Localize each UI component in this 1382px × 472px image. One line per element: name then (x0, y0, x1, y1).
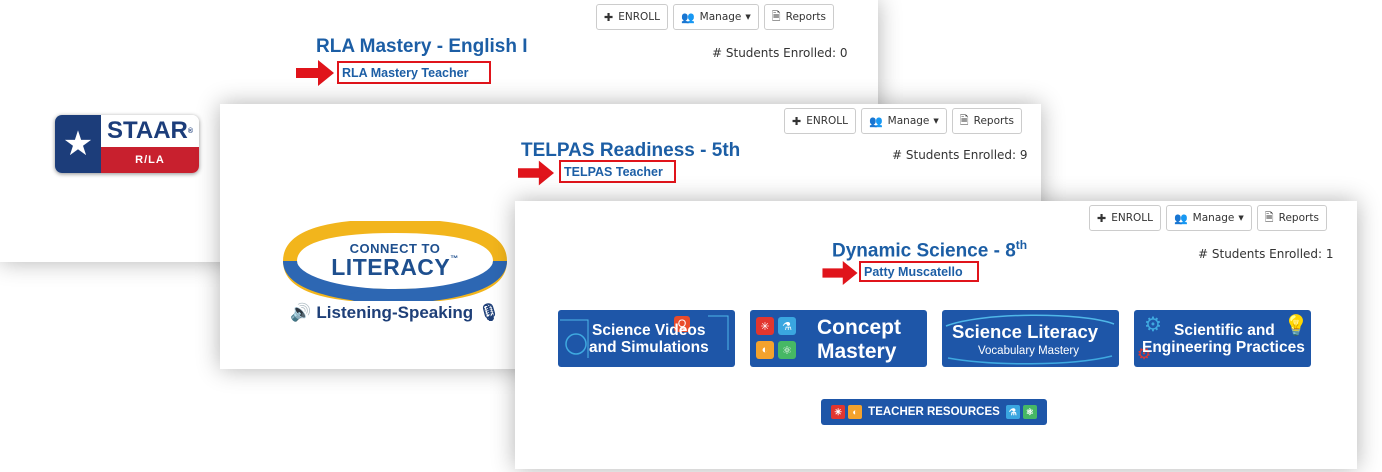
teacher-resources-button[interactable]: ✳ ◐ TEACHER RESOURCES ⚗ ⚛ (821, 399, 1047, 425)
logo-subtitle: Listening-Speaking (316, 303, 474, 322)
course-title[interactable]: Dynamic Science - 8th (832, 238, 1027, 262)
students-enrolled-count: # Students Enrolled: 9 (892, 148, 1028, 162)
dna-icon: ✳ (831, 405, 846, 419)
concept-mastery-tile[interactable]: ✳ ⚗ ◐ ⚛ Concept Mastery (750, 310, 927, 367)
star-icon: ★ (55, 115, 101, 173)
caret-down-icon: ▼ (933, 117, 939, 125)
planet-icon: ◐ (756, 341, 774, 359)
dna-icon: ✳ (756, 317, 774, 335)
enroll-button[interactable]: ✚ ENROLL (1089, 205, 1161, 231)
caret-down-icon: ▼ (1238, 214, 1244, 222)
staar-rla-logo[interactable]: ★ STAAR ® R/LA (55, 115, 199, 173)
connect-to-literacy-logo[interactable]: CONNECT TO LITERACY™ 🔊 Listening-Speakin… (280, 221, 510, 327)
red-arrow-icon (518, 160, 554, 186)
gear-icon: ⚙ (1144, 313, 1162, 336)
users-icon: 👥 (680, 10, 695, 24)
course-title[interactable]: TELPAS Readiness - 5th (521, 140, 740, 162)
flask-icon: ⚗ (778, 317, 796, 335)
course-title[interactable]: RLA Mastery - English I (316, 36, 528, 58)
microphone-icon: 🎙 (478, 303, 500, 322)
reports-button[interactable]: 🗎 Reports (951, 108, 1022, 134)
science-videos-tile[interactable]: Q Science Videos and Simulations (558, 310, 735, 367)
users-icon: 👥 (868, 114, 883, 128)
reports-button[interactable]: 🗎 Reports (1256, 205, 1327, 231)
planet-icon: ◐ (848, 405, 863, 419)
users-icon: 👥 (1173, 211, 1188, 225)
teacher-name[interactable]: TELPAS Teacher (559, 160, 676, 183)
manage-dropdown-button[interactable]: 👥 Manage ▼ (672, 4, 759, 30)
reports-button[interactable]: 🗎 Reports (763, 4, 834, 30)
course-toolbar: ✚ ENROLL 👥 Manage ▼ 🗎 Reports (1089, 205, 1327, 231)
plus-icon: ✚ (792, 114, 802, 128)
science-literacy-tile[interactable]: Science Literacy Vocabulary Mastery (942, 310, 1119, 367)
students-enrolled-count: # Students Enrolled: 1 (1198, 247, 1334, 261)
red-arrow-icon (296, 60, 334, 86)
document-icon: 🗎 (771, 9, 781, 23)
plus-icon: ✚ (1097, 211, 1107, 225)
lightbulb-icon: 💡 (1283, 314, 1309, 337)
enroll-button[interactable]: ✚ ENROLL (784, 108, 856, 134)
red-arrow-icon (822, 261, 858, 285)
plus-icon: ✚ (604, 10, 614, 24)
teacher-name[interactable]: Patty Muscatello (859, 261, 979, 282)
speaker-icon: 🔊 (290, 303, 312, 322)
manage-dropdown-button[interactable]: 👥 Manage ▼ (1165, 205, 1252, 231)
document-icon: 🗎 (1264, 210, 1274, 224)
staar-subject-label: R/LA (101, 147, 199, 173)
manage-dropdown-button[interactable]: 👥 Manage ▼ (860, 108, 947, 134)
atom-icon: ⚛ (778, 341, 796, 359)
caret-down-icon: ▼ (745, 13, 751, 21)
document-icon: 🗎 (959, 113, 969, 127)
enroll-button[interactable]: ✚ ENROLL (596, 4, 668, 30)
logo-line-2: LITERACY (331, 254, 451, 280)
teacher-name[interactable]: RLA Mastery Teacher (337, 61, 491, 84)
staar-wordmark: STAAR (106, 117, 188, 144)
course-toolbar: ✚ ENROLL 👥 Manage ▼ 🗎 Reports (596, 4, 834, 30)
students-enrolled-count: # Students Enrolled: 0 (712, 46, 848, 60)
engineering-practices-tile[interactable]: ⚙ ⚙ 💡 Scientific and Engineering Practic… (1134, 310, 1311, 367)
course-toolbar: ✚ ENROLL 👥 Manage ▼ 🗎 Reports (784, 108, 1022, 134)
flask-icon: ⚗ (1005, 405, 1020, 419)
atom-icon: ⚛ (1022, 405, 1037, 419)
